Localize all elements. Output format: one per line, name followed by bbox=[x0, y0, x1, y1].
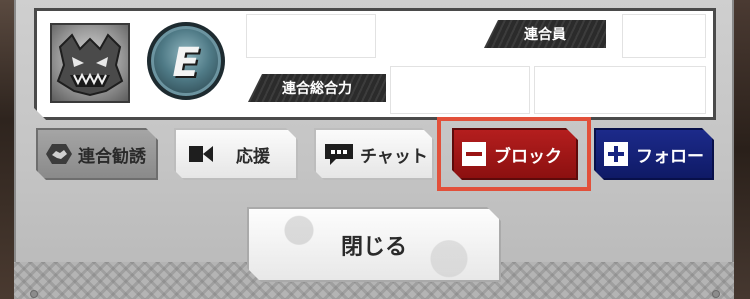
chat-button[interactable]: チャット bbox=[314, 128, 434, 180]
rank-letter: E bbox=[172, 40, 200, 86]
chat-label: チャット bbox=[360, 146, 428, 167]
member-label: 連合員 bbox=[484, 20, 606, 48]
cheer-button[interactable]: 応援 bbox=[174, 128, 298, 180]
follow-button[interactable]: フォロー bbox=[594, 128, 714, 180]
info-cell bbox=[246, 14, 376, 58]
demon-face-emblem-icon bbox=[50, 23, 130, 103]
rank-badge: E bbox=[147, 22, 225, 100]
total-power-cell bbox=[390, 66, 530, 114]
rivet bbox=[712, 290, 720, 298]
invite-button[interactable]: 連合勧誘 bbox=[36, 128, 158, 180]
cheer-label: 応援 bbox=[236, 146, 270, 167]
plus-icon bbox=[604, 142, 628, 166]
block-highlight-frame bbox=[437, 117, 591, 191]
invite-label: 連合勧誘 bbox=[78, 146, 146, 167]
close-label: 閉じる bbox=[340, 234, 407, 260]
video-camera-icon bbox=[188, 142, 214, 166]
speech-bubble-icon bbox=[324, 142, 354, 166]
member-count-cell bbox=[622, 14, 706, 58]
info-cell bbox=[534, 66, 706, 114]
follow-label: フォロー bbox=[636, 146, 704, 167]
handshake-icon bbox=[44, 141, 74, 167]
rivet bbox=[30, 290, 38, 298]
close-button[interactable]: 閉じる bbox=[247, 207, 501, 282]
total-power-label: 連合総合力 bbox=[248, 74, 386, 102]
